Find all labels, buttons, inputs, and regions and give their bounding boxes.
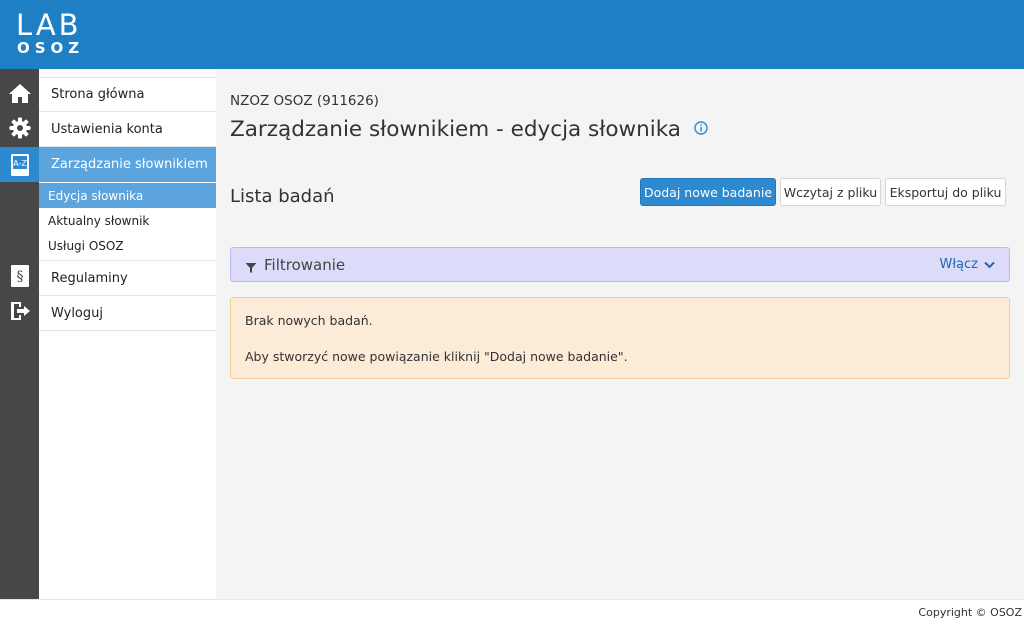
sidebar-subitem-edit-dictionary[interactable]: Edycja słownika [39,183,216,208]
export-to-file-button[interactable]: Eksportuj do pliku [885,178,1006,206]
chevron-down-icon [984,261,995,268]
add-new-test-button[interactable]: Dodaj nowe badanie [640,178,776,206]
list-title: Lista badań [230,186,335,207]
funnel-icon [245,259,257,278]
sidebar: Strona główna Ustawienia konta Zarządzan… [39,69,216,599]
info-icon[interactable] [694,116,708,141]
sidebar-item-home[interactable]: Strona główna [39,77,216,112]
page-title: Zarządzanie słownikiem - edycja słownika [230,117,681,142]
sidebar-item-dictionary-management[interactable]: Zarządzanie słownikiem [39,147,216,182]
top-bar: LAB OSOZ [0,0,1024,69]
no-tests-alert: Brak nowych badań. Aby stworzyć nowe pow… [230,297,1010,379]
sidebar-item-label: Strona główna [51,87,145,102]
filter-enable-toggle[interactable]: Włącz [940,257,996,272]
copyright-text: Copyright © OSOZ [918,606,1022,619]
home-icon[interactable] [0,75,39,110]
gear-icon[interactable] [0,110,39,145]
filter-label: Filtrowanie [264,256,346,274]
sidebar-item-label: Regulaminy [51,270,128,286]
lab-osoz-logo[interactable]: LAB OSOZ [16,10,98,60]
sidebar-subitem-label: Usługi OSOZ [48,238,124,253]
logo-lab-text: LAB [16,8,82,42]
svg-text:§: § [16,269,23,285]
filter-panel[interactable]: Filtrowanie Włącz [230,247,1010,282]
sidebar-item-label: Ustawienia konta [51,121,163,137]
sidebar-item-account-settings[interactable]: Ustawienia konta [39,112,216,147]
load-from-file-button[interactable]: Wczytaj z pliku [780,178,881,206]
logout-icon[interactable] [0,293,39,328]
svg-text:A-Z: A-Z [13,159,27,168]
main-content: NZOZ OSOZ (911626) Zarządzanie słownikie… [216,69,1024,599]
sidebar-subitem-label: Aktualny słownik [48,213,150,228]
alert-hint: Aby stworzyć nowe powiązanie kliknij "Do… [245,349,628,364]
sidebar-item-label: Zarządzanie słownikiem [51,157,208,172]
filter-toggle-label: Włącz [939,257,979,272]
sidebar-item-regulations[interactable]: Regulaminy [39,261,216,296]
organization-name: NZOZ OSOZ (911626) [230,93,379,109]
sidebar-item-logout[interactable]: Wyloguj [39,296,216,331]
sidebar-subitem-osoz-services[interactable]: Usługi OSOZ [39,233,216,258]
icon-rail: A-Z § [0,69,39,599]
footer: Copyright © OSOZ [0,599,1024,625]
logo-osoz-text: OSOZ [17,39,85,57]
page-title-row: Zarządzanie słownikiem - edycja słownika [230,117,708,142]
sidebar-subitem-label: Edycja słownika [48,188,144,203]
dictionary-az-icon[interactable]: A-Z [0,147,39,182]
sidebar-submenu: Edycja słownika Aktualny słownik Usługi … [39,182,216,261]
sidebar-subitem-current-dictionary[interactable]: Aktualny słownik [39,208,216,233]
paragraph-document-icon[interactable]: § [0,258,39,293]
sidebar-item-label: Wyloguj [51,305,103,321]
alert-message: Brak nowych badań. [245,313,373,328]
